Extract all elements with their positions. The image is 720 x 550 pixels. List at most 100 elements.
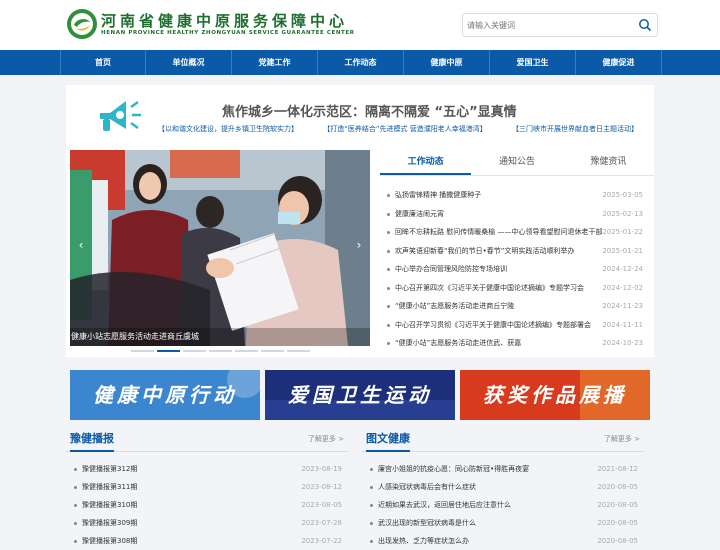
list-item[interactable]: 人感染冠状病毒后会有什么症状 2020-08-05	[362, 478, 644, 496]
news-title[interactable]: 欢声笑语迎新春“我们的节日•春节”文明实践活动顺利举办	[395, 242, 609, 261]
news-item[interactable]: 健康廉洁闹元宵 2025-02-13	[380, 205, 646, 224]
bullet-icon	[387, 286, 390, 290]
bullet-icon	[74, 504, 77, 507]
news-title[interactable]: 健康廉洁闹元宵	[395, 205, 609, 224]
banner-healthy-zhongyuan[interactable]: 健康中原行动	[70, 370, 260, 420]
news-item[interactable]: 中心召开学习贯彻《习近平关于健康中国论述摘编》专题部署会 2024-11-11	[380, 316, 646, 335]
more-link[interactable]: 了解更多 >	[308, 434, 344, 444]
item-title[interactable]: 豫健播报第309期	[82, 514, 302, 532]
nav-item-health[interactable]: 健康中原	[404, 50, 490, 75]
graphic-health-section: 图文健康 了解更多 > 廉宫小姐姐的抗疫心愿：同心防新冠•得胜再夜宴 2021-0…	[362, 428, 644, 550]
item-title[interactable]: 出现发热、乏力等症状怎么办	[378, 532, 598, 550]
bullet-icon	[387, 249, 390, 253]
news-title[interactable]: 中心召开学习贯彻《习近平关于健康中国论述摘编》专题部署会	[395, 316, 609, 335]
item-date: 2020-08-05	[597, 519, 638, 527]
carousel-photo[interactable]	[70, 150, 370, 346]
news-date: 2024-10-23	[602, 339, 643, 347]
bullet-icon	[387, 268, 390, 271]
nav-item-home[interactable]: 首页	[60, 50, 146, 75]
banner-label: 爱国卫生运动	[288, 383, 432, 407]
nav-item-sanitation[interactable]: 爱国卫生	[490, 50, 576, 75]
tab-notices[interactable]: 通知公告	[471, 150, 562, 175]
banner-label: 获奖作品展播	[483, 383, 627, 407]
item-title[interactable]: 豫健播报第312期	[82, 460, 302, 478]
tab-work-news[interactable]: 工作动态	[380, 150, 472, 175]
item-title[interactable]: 豫健播报第310期	[82, 496, 302, 514]
bullet-icon	[74, 468, 77, 471]
news-list: 弘扬雷锋精神 播撒健康种子 2025-03-05 健康廉洁闹元宵 2025-02-13…	[380, 186, 646, 353]
news-title[interactable]: 弘扬雷锋精神 播撒健康种子	[395, 186, 609, 205]
carousel-dot[interactable]	[287, 350, 310, 352]
news-title[interactable]: 中心召开第四次《习近平关于健康中国论述摘编》专题学习会	[395, 279, 609, 298]
news-item[interactable]: “健康小站”志愿服务活动走进商丘宁陵 2024-11-23	[380, 297, 646, 316]
section-title: 豫健播报	[70, 430, 114, 452]
item-title[interactable]: 近期如果去武汉，返回居住地后应注意什么	[378, 496, 598, 514]
news-title[interactable]: “健康小站”志愿服务活动走进信武、获嘉	[395, 334, 609, 353]
list-item[interactable]: 豫健播报第309期 2023-07-28	[66, 514, 348, 532]
nav-item-promotion[interactable]: 健康促进	[576, 50, 662, 75]
item-title[interactable]: 武汉出现的新型冠状病毒是什么	[378, 514, 598, 532]
bullet-icon	[387, 305, 390, 308]
more-link[interactable]: 了解更多 >	[604, 434, 640, 444]
bullet-icon	[370, 540, 373, 543]
list-item[interactable]: 豫健播报第308期 2023-07-22	[66, 532, 348, 550]
photo-carousel[interactable]: ‹ › 健康小站志愿服务活动走进商丘虞城	[70, 150, 370, 346]
news-title[interactable]: 回眸不忘耕耘路 慰问传情暖桑榆 ——中心领导看望慰问退休老干部	[395, 223, 609, 242]
search-icon[interactable]	[638, 18, 652, 32]
section-header: 豫健播报 了解更多 >	[66, 428, 348, 452]
feature-sub-link[interactable]: 【三门峡市开展世界献血者日主题活动】	[512, 124, 638, 134]
item-date: 2021-08-12	[597, 465, 638, 473]
section-list: 廉宫小姐姐的抗疫心愿：同心防新冠•得胜再夜宴 2021-08-12 人感染冠状病毒后…	[362, 460, 644, 550]
tab-health-info[interactable]: 豫健资讯	[563, 150, 654, 175]
list-item[interactable]: 豫健播报第312期 2023-08-19	[66, 460, 348, 478]
news-item[interactable]: 中心举办合同管理风险防控专场培训 2024-12-24	[380, 260, 646, 279]
news-date: 2025-02-13	[602, 209, 643, 218]
news-item[interactable]: “健康小站”志愿服务活动走进信武、获嘉 2024-10-23	[380, 334, 646, 353]
carousel-caption[interactable]: 健康小站志愿服务活动走进商丘虞城	[70, 328, 370, 346]
search-input[interactable]	[467, 17, 627, 34]
news-date: 2024-11-23	[602, 302, 643, 310]
yujian-broadcast-section: 豫健播报 了解更多 > 豫健播报第312期 2023-08-19 豫健播报第311期…	[66, 428, 348, 550]
carousel-dots	[131, 350, 310, 352]
bullet-icon	[370, 486, 373, 489]
news-date: 2025-03-05	[602, 191, 643, 199]
item-title[interactable]: 豫健播报第308期	[82, 532, 302, 550]
item-title[interactable]: 豫健播报第311期	[82, 478, 302, 496]
feature-sub-link[interactable]: 【以和谐文化建设，提升乡镇卫生院软实力】	[158, 124, 298, 134]
carousel-dot[interactable]	[131, 350, 154, 352]
news-item[interactable]: 中心召开第四次《习近平关于健康中国论述摘编》专题学习会 2024-12-02	[380, 279, 646, 298]
banner-patriotic-hygiene[interactable]: 爱国卫生运动	[265, 370, 455, 420]
carousel-dot[interactable]	[183, 350, 206, 352]
list-item[interactable]: 廉宫小姐姐的抗疫心愿：同心防新冠•得胜再夜宴 2021-08-12	[362, 460, 644, 478]
bullet-icon	[387, 231, 390, 234]
item-title[interactable]: 廉宫小姐姐的抗疫心愿：同心防新冠•得胜再夜宴	[378, 460, 598, 478]
list-item[interactable]: 出现发热、乏力等症状怎么办 2020-08-05	[362, 532, 644, 550]
feature-sub-link[interactable]: 【打造“医养结合”先进模式 营造濮阳老人幸福港湾】	[323, 124, 486, 134]
list-item[interactable]: 武汉出现的新型冠状病毒是什么 2020-08-05	[362, 514, 644, 532]
feature-headline[interactable]: 焦作城乡一体化示范区：隔离不隔爱 “五心”显真情	[222, 101, 517, 120]
bullet-icon	[74, 522, 77, 525]
news-title[interactable]: 中心举办合同管理风险防控专场培训	[395, 260, 609, 279]
news-item[interactable]: 弘扬雷锋精神 播撒健康种子 2025-03-05	[380, 186, 646, 205]
logo-icon	[67, 9, 97, 39]
list-item[interactable]: 近期如果去武汉，返回居住地后应注意什么 2020-08-05	[362, 496, 644, 514]
carousel-dot[interactable]	[157, 350, 180, 352]
item-title[interactable]: 人感染冠状病毒后会有什么症状	[378, 478, 598, 496]
carousel-dot[interactable]	[261, 350, 284, 352]
megaphone-icon	[100, 100, 141, 131]
carousel-next-button[interactable]: ›	[352, 238, 366, 258]
bullet-icon	[74, 486, 77, 489]
nav-item-work[interactable]: 工作动态	[318, 50, 404, 75]
carousel-dot[interactable]	[209, 350, 232, 352]
banner-award-works[interactable]: 获奖作品展播	[460, 370, 650, 420]
nav-item-about[interactable]: 单位概况	[146, 50, 232, 75]
news-item[interactable]: 欢声笑语迎新春“我们的节日•春节”文明实践活动顺利举办 2025-01-21	[380, 242, 646, 261]
list-item[interactable]: 豫健播报第310期 2023-08-05	[66, 496, 348, 514]
item-date: 2020-08-05	[597, 537, 638, 545]
news-item[interactable]: 回眸不忘耕耘路 慰问传情暖桑榆 ——中心领导看望慰问退休老干部 2025-01-2…	[380, 223, 646, 242]
carousel-dot[interactable]	[235, 350, 258, 352]
news-title[interactable]: “健康小站”志愿服务活动走进商丘宁陵	[395, 297, 609, 316]
carousel-prev-button[interactable]: ‹	[74, 238, 88, 258]
list-item[interactable]: 豫健播报第311期 2023-08-12	[66, 478, 348, 496]
nav-item-party[interactable]: 党建工作	[232, 50, 318, 75]
